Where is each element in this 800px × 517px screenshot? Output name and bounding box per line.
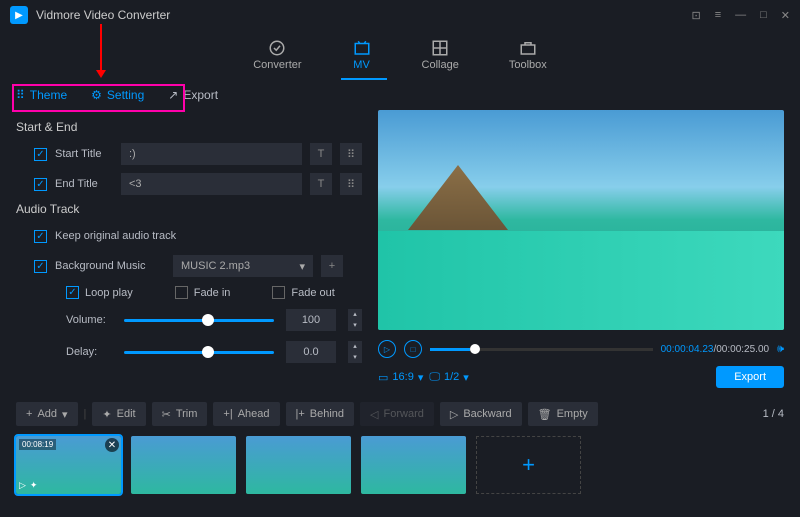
add-button[interactable]: + Add ▾ [16,402,78,426]
collage-icon [430,39,450,57]
keep-audio-checkbox[interactable]: ✓ [34,230,47,243]
export-icon: ↗ [168,88,178,102]
thumbnails: 00:08:19 ✕ ▷ ✦ + [0,430,800,500]
volume-slider[interactable] [124,319,274,322]
bg-music-checkbox[interactable]: ✓ [34,260,47,273]
end-title-input[interactable] [121,173,302,195]
add-thumbnail-button[interactable]: + [476,436,581,494]
delay-down[interactable]: ▾ [348,352,362,363]
empty-button[interactable]: 🗑 Empty [528,402,598,426]
maximize-icon[interactable]: □ [760,9,767,22]
end-font-button[interactable]: T [310,173,332,195]
tab-setting[interactable]: ⚙ Setting [91,88,144,102]
trim-button[interactable]: ✂ Trim [152,402,208,426]
zoom-dropdown[interactable]: 🖵 1/2 ▾ [429,371,468,384]
volume-label: Volume: [66,314,112,326]
volume-down[interactable]: ▾ [348,320,362,331]
minimize-icon[interactable]: — [735,9,746,22]
thumbnail-4[interactable] [361,436,466,494]
end-title-checkbox[interactable]: ✓ [34,178,47,191]
theme-icon: ⠿ [16,88,25,102]
fadeout-checkbox[interactable]: ✓ [272,286,285,299]
volume-value[interactable]: 100 [286,309,336,331]
tab-export[interactable]: ↗ Export [168,88,218,102]
forward-button[interactable]: ◁ Forward [360,402,434,426]
app-logo: ▶ [10,6,28,24]
titlebar: ▶ Vidmore Video Converter ⊡ ≡ — □ ✕ [0,0,800,30]
thumbnail-3[interactable] [246,436,351,494]
volume-icon[interactable]: 🕪 [777,343,784,356]
subtabs: ⠿ Theme ⚙ Setting ↗ Export [0,80,800,110]
backward-button[interactable]: ▷ Backward [440,402,522,426]
start-end-title: Start & End [16,120,362,134]
edit-button[interactable]: ✦ Edit [92,402,145,426]
bg-music-label: Background Music [55,260,165,272]
converter-icon [267,39,287,57]
keep-audio-label: Keep original audio track [55,230,176,242]
preview-video[interactable] [378,110,784,330]
thumbnail-1[interactable]: 00:08:19 ✕ ▷ ✦ [16,436,121,494]
nav-mv[interactable]: MV [352,39,372,71]
export-button[interactable]: Export [716,366,784,388]
thumb-edit-icon[interactable]: ✦ [30,480,38,491]
volume-up[interactable]: ▴ [348,309,362,320]
nav-toolbox[interactable]: Toolbox [509,39,547,71]
play-button[interactable]: ▷ [378,340,396,358]
settings-panel: Start & End ✓ Start Title T ⠿ ✓ End Titl… [0,110,378,390]
close-icon[interactable]: ✕ [781,9,790,22]
behind-button[interactable]: |+ Behind [286,402,355,426]
start-font-button[interactable]: T [310,143,332,165]
nav-converter[interactable]: Converter [253,39,301,71]
start-title-checkbox[interactable]: ✓ [34,148,47,161]
thumb-close-icon[interactable]: ✕ [105,438,119,452]
mv-icon [352,39,372,57]
top-nav: Converter MV Collage Toolbox [0,30,800,80]
delay-value[interactable]: 0.0 [286,341,336,363]
preview-panel: ▷ □ 00:00:04.23/00:00:25.00 🕪 ▭ 16:9 ▾ 🖵… [378,110,800,390]
delay-label: Delay: [66,346,112,358]
start-title-input[interactable] [121,143,302,165]
time-display: 00:00:04.23/00:00:25.00 [661,344,769,355]
ahead-button[interactable]: +| Ahead [213,402,279,426]
end-title-label: End Title [55,178,113,190]
progress-bar[interactable] [430,348,653,351]
thumbnail-2[interactable] [131,436,236,494]
audio-track-title: Audio Track [16,202,362,216]
end-expand-button[interactable]: ⠿ [340,173,362,195]
music-dropdown[interactable]: MUSIC 2.mp3 ▾ [173,255,313,277]
feedback-icon[interactable]: ⊡ [691,9,700,22]
fadein-checkbox[interactable]: ✓ [175,286,188,299]
tab-theme[interactable]: ⠿ Theme [16,88,67,102]
chevron-down-icon: ▾ [299,260,305,273]
thumb-duration: 00:08:19 [19,439,56,450]
delay-up[interactable]: ▴ [348,341,362,352]
app-title: Vidmore Video Converter [36,8,691,22]
nav-collage[interactable]: Collage [422,39,459,71]
page-indicator: 1 / 4 [763,408,784,420]
setting-icon: ⚙ [91,88,102,102]
clip-toolbar: + Add ▾ | ✦ Edit ✂ Trim +| Ahead |+ Behi… [0,398,800,430]
menu-icon[interactable]: ≡ [715,9,721,22]
stop-button[interactable]: □ [404,340,422,358]
thumb-play-icon[interactable]: ▷ [19,480,26,491]
delay-slider[interactable] [124,351,274,354]
loop-checkbox[interactable]: ✓ [66,286,79,299]
aspect-ratio-dropdown[interactable]: ▭ 16:9 ▾ [378,371,423,384]
start-title-label: Start Title [55,148,113,160]
start-expand-button[interactable]: ⠿ [340,143,362,165]
nav-active-indicator [341,78,387,80]
toolbox-icon [518,39,538,57]
add-music-button[interactable]: + [321,255,343,277]
